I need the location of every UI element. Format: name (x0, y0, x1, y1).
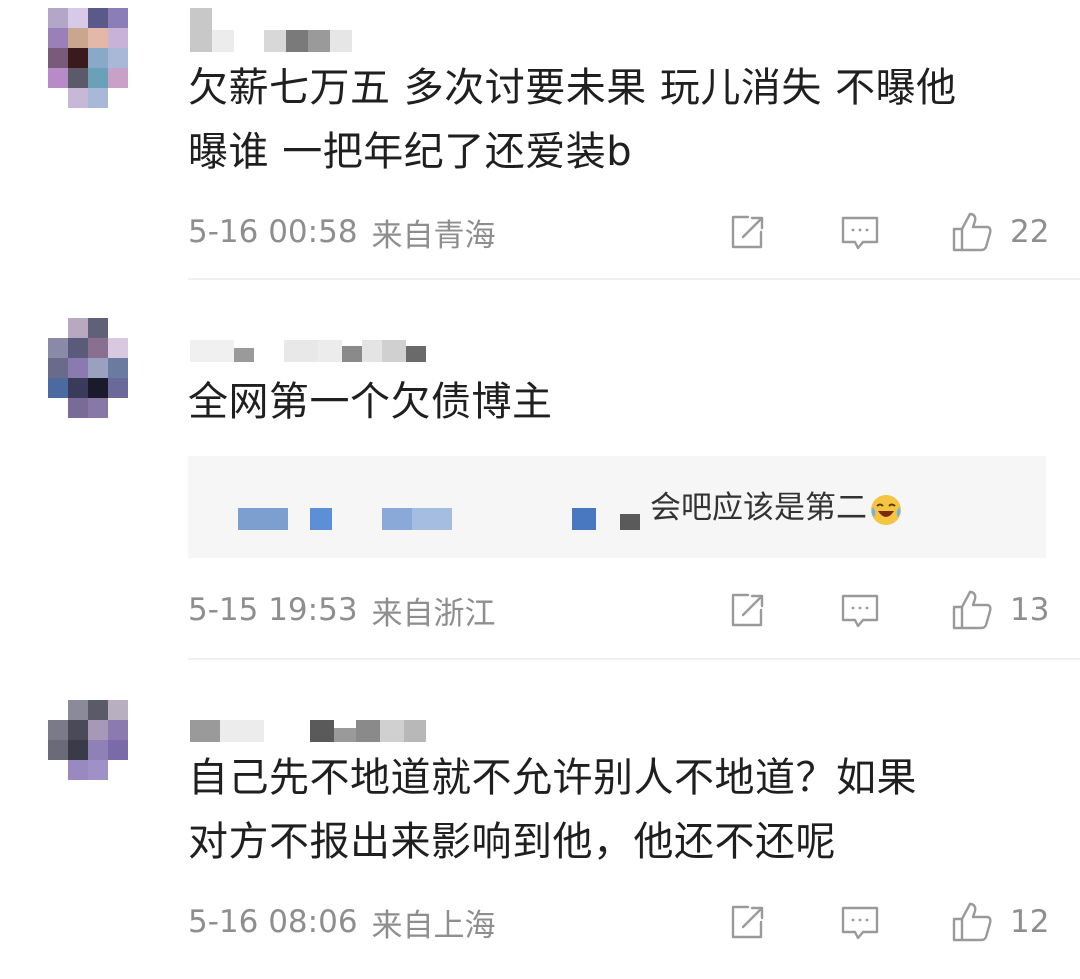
comment-item: 自己先不地道就不允许别人不地道？如果 对方不报出来影响到他，他还不还呢 5-16… (0, 0, 1080, 979)
thumbs-up-icon[interactable] (950, 900, 994, 944)
comment-time: 5-16 08:06 (188, 904, 358, 940)
comment-text: 自己先不地道就不允许别人不地道？如果 对方不报出来影响到他，他还不还呢 (188, 755, 917, 865)
comment-actions: 12 (724, 900, 1050, 944)
share-icon[interactable] (724, 900, 768, 944)
username-mosaic[interactable] (190, 698, 426, 742)
comment-feed: 欠薪七万五 多次讨要未果 玩儿消失 不曝他 曝谁 一把年纪了还爱装b 5-16 … (0, 0, 1080, 979)
comment-meta: 5-16 08:06 来自上海 12 (188, 900, 1050, 944)
comment-location: 来自上海 (371, 907, 496, 944)
comment-icon[interactable] (838, 900, 882, 944)
like-count: 12 (1010, 904, 1050, 940)
avatar[interactable] (48, 700, 148, 820)
